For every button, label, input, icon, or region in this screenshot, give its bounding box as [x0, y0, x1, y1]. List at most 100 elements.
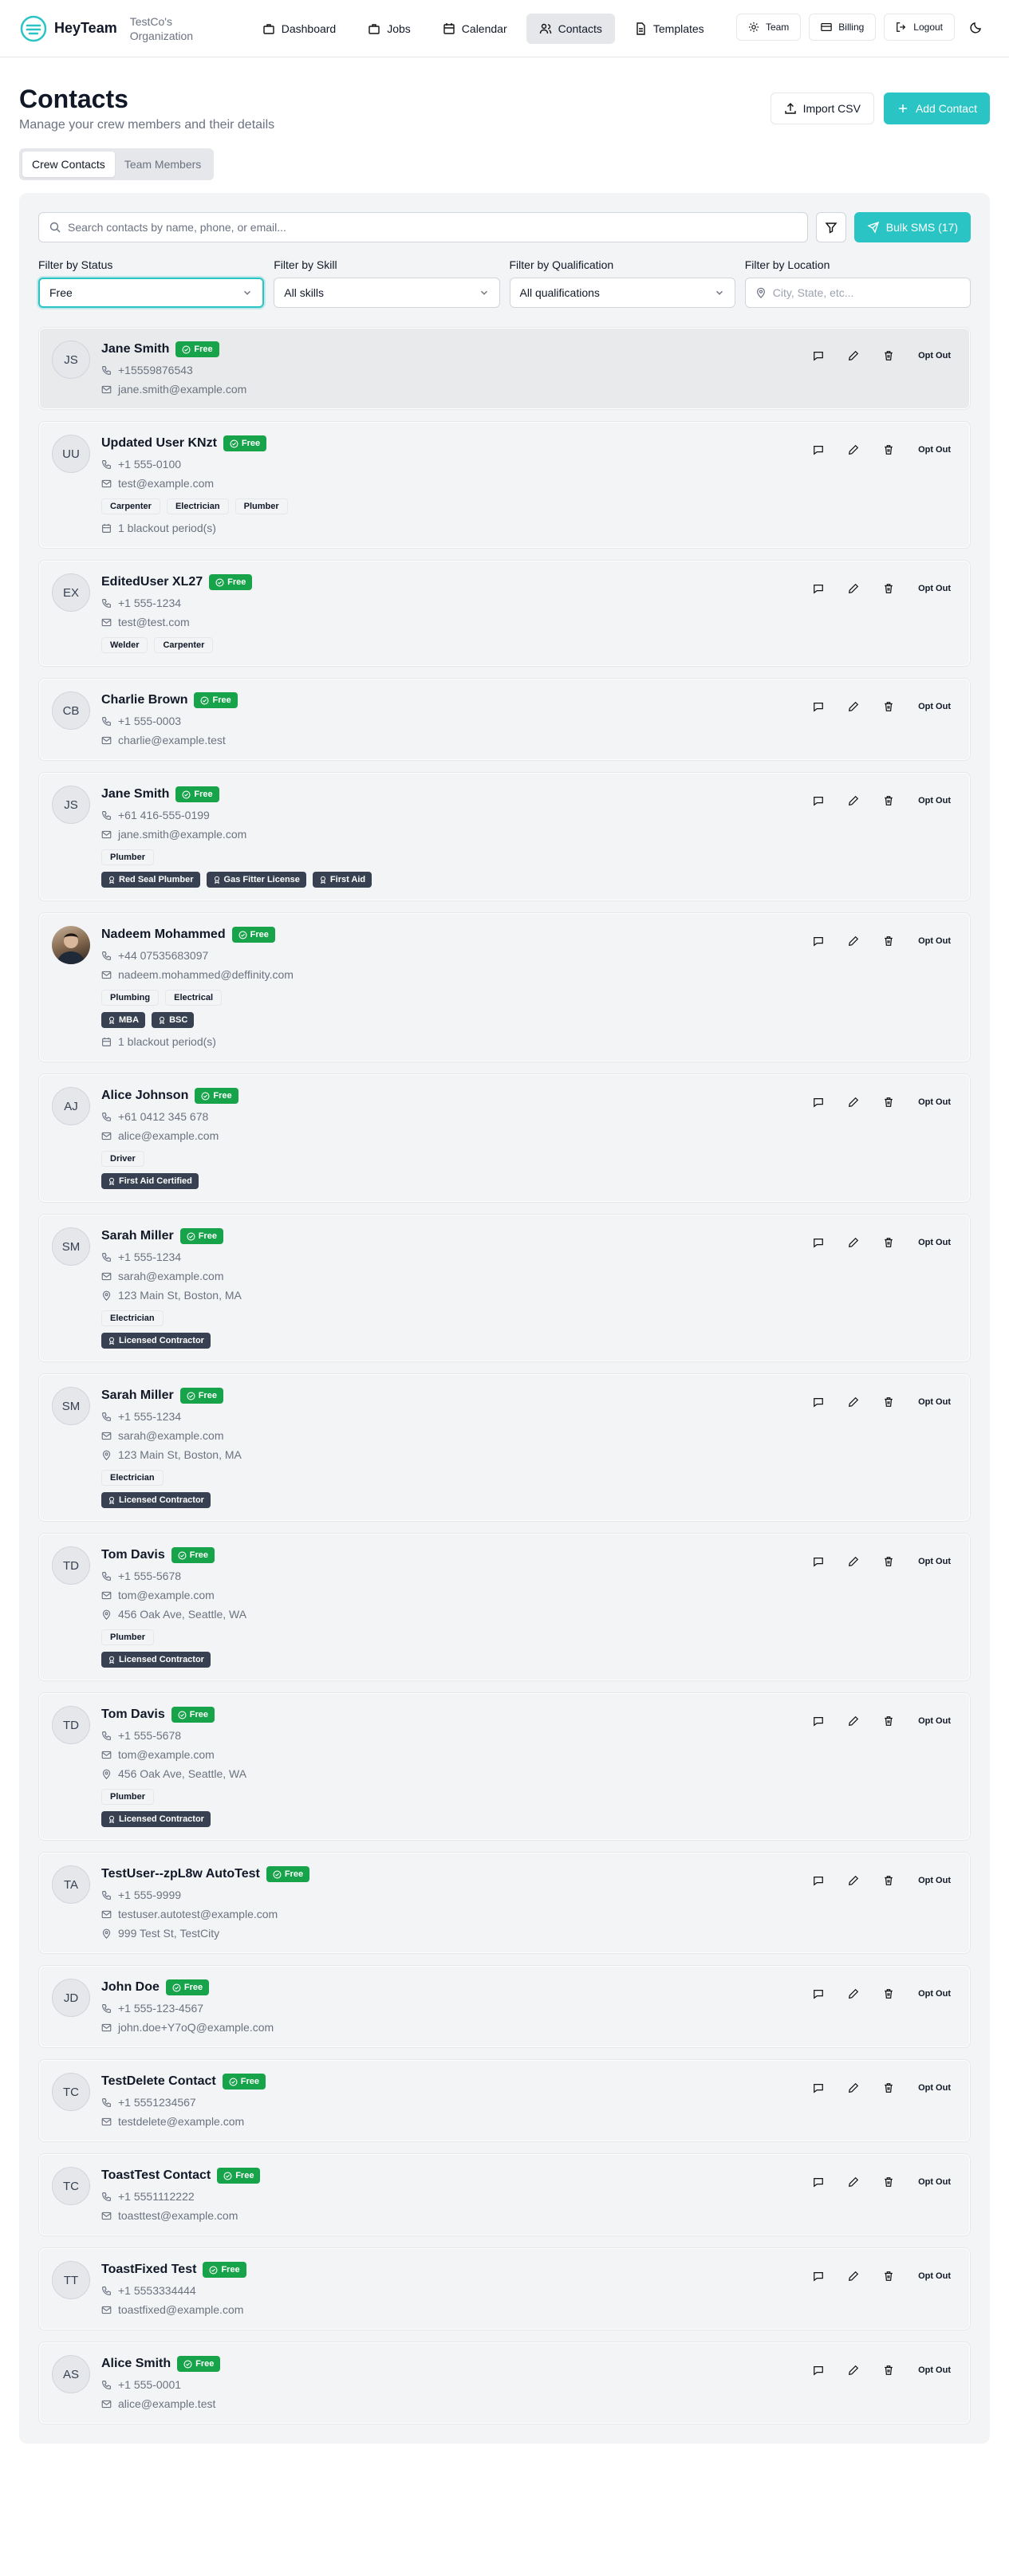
location-input[interactable]: City, State, etc... — [744, 278, 971, 308]
contact-card[interactable]: EX EditedUser XL27 Free +1 555-1234 test@tes… — [38, 560, 971, 667]
qualification-select[interactable]: All qualifications — [509, 278, 735, 308]
message-button[interactable] — [806, 577, 830, 601]
delete-button[interactable] — [877, 1869, 901, 1893]
brand[interactable]: HeyTeam — [19, 14, 117, 43]
edit-button[interactable] — [841, 1390, 865, 1414]
opt-out-button[interactable]: Opt Out — [912, 790, 957, 812]
contact-card[interactable]: TC ToastTest Contact Free +1 5551112222 toas… — [38, 2153, 971, 2236]
message-button[interactable] — [806, 789, 830, 813]
contact-card[interactable]: JD John Doe Free +1 555-123-4567 john.doe+Y7… — [38, 1965, 971, 2048]
edit-button[interactable] — [841, 695, 865, 719]
contact-card[interactable]: SM Sarah Miller Free +1 555-1234 sarah@examp… — [38, 1373, 971, 1522]
edit-button[interactable] — [841, 1090, 865, 1114]
contact-card[interactable]: CB Charlie Brown Free +1 555-0003 charlie@ex… — [38, 678, 971, 761]
delete-button[interactable] — [877, 1982, 901, 2006]
skill-select[interactable]: All skills — [274, 278, 500, 308]
edit-button[interactable] — [841, 438, 865, 462]
opt-out-button[interactable]: Opt Out — [912, 1091, 957, 1113]
delete-button[interactable] — [877, 577, 901, 601]
contact-card[interactable]: TD Tom Davis Free +1 555-5678 tom@example.co… — [38, 1533, 971, 1681]
message-button[interactable] — [806, 2358, 830, 2382]
tab-crew-contacts[interactable]: Crew Contacts — [22, 152, 115, 177]
delete-button[interactable] — [877, 1231, 901, 1255]
edit-button[interactable] — [841, 2076, 865, 2100]
opt-out-button[interactable]: Opt Out — [912, 577, 957, 600]
theme-toggle[interactable] — [963, 14, 990, 41]
delete-button[interactable] — [877, 2076, 901, 2100]
delete-button[interactable] — [877, 2264, 901, 2288]
message-button[interactable] — [806, 2264, 830, 2288]
opt-out-button[interactable]: Opt Out — [912, 1550, 957, 1573]
contact-card[interactable]: UU Updated User KNzt Free +1 555-0100 test@e… — [38, 421, 971, 549]
message-button[interactable] — [806, 929, 830, 953]
delete-button[interactable] — [877, 2358, 901, 2382]
opt-out-button[interactable]: Opt Out — [912, 439, 957, 461]
edit-button[interactable] — [841, 1982, 865, 2006]
nav-calendar[interactable]: Calendar — [430, 14, 520, 44]
delete-button[interactable] — [877, 929, 901, 953]
delete-button[interactable] — [877, 1090, 901, 1114]
add-contact-button[interactable]: Add Contact — [883, 93, 990, 124]
edit-button[interactable] — [841, 1550, 865, 1574]
tab-team-members[interactable]: Team Members — [115, 152, 211, 177]
edit-button[interactable] — [841, 789, 865, 813]
message-button[interactable] — [806, 1090, 830, 1114]
contact-card[interactable]: TC TestDelete Contact Free +1 5551234567 tes… — [38, 2059, 971, 2142]
message-button[interactable] — [806, 1390, 830, 1414]
contact-card[interactable]: TT ToastFixed Test Free +1 5553334444 toastf… — [38, 2247, 971, 2330]
message-button[interactable] — [806, 1982, 830, 2006]
opt-out-button[interactable]: Opt Out — [912, 1391, 957, 1413]
message-button[interactable] — [806, 438, 830, 462]
opt-out-button[interactable]: Opt Out — [912, 1710, 957, 1732]
opt-out-button[interactable]: Opt Out — [912, 695, 957, 718]
opt-out-button[interactable]: Opt Out — [912, 2171, 957, 2193]
message-button[interactable] — [806, 695, 830, 719]
contact-card[interactable]: JS Jane Smith Free +15559876543 jane.smith@e… — [38, 327, 971, 410]
import-csv-button[interactable]: Import CSV — [770, 93, 874, 124]
message-button[interactable] — [806, 2170, 830, 2194]
contact-card[interactable]: AJ Alice Johnson Free +61 0412 345 678 alice… — [38, 1073, 971, 1203]
opt-out-button[interactable]: Opt Out — [912, 1983, 957, 2005]
nav-templates[interactable]: Templates — [621, 14, 717, 44]
opt-out-button[interactable]: Opt Out — [912, 345, 957, 367]
message-button[interactable] — [806, 1869, 830, 1893]
contact-card[interactable]: TA TestUser--zpL8w AutoTest Free +1 555-999… — [38, 1852, 971, 1954]
opt-out-button[interactable]: Opt Out — [912, 2359, 957, 2381]
opt-out-button[interactable]: Opt Out — [912, 1869, 957, 1892]
contact-card[interactable]: TD Tom Davis Free +1 555-5678 tom@example.co… — [38, 1692, 971, 1841]
edit-button[interactable] — [841, 344, 865, 368]
contact-card[interactable]: AS Alice Smith Free +1 555-0001 alice@exampl… — [38, 2342, 971, 2424]
edit-button[interactable] — [841, 929, 865, 953]
contact-card[interactable]: JS Jane Smith Free +61 416-555-0199 jane.smi… — [38, 772, 971, 901]
filter-button[interactable] — [815, 212, 846, 242]
delete-button[interactable] — [877, 344, 901, 368]
billing-button[interactable]: Billing — [809, 14, 877, 41]
message-button[interactable] — [806, 1231, 830, 1255]
opt-out-button[interactable]: Opt Out — [912, 930, 957, 952]
logout-button[interactable]: Logout — [884, 14, 955, 41]
nav-jobs[interactable]: Jobs — [355, 14, 424, 44]
opt-out-button[interactable]: Opt Out — [912, 2265, 957, 2287]
delete-button[interactable] — [877, 789, 901, 813]
edit-button[interactable] — [841, 2358, 865, 2382]
status-select[interactable]: Free — [38, 278, 265, 308]
edit-button[interactable] — [841, 1709, 865, 1733]
contact-card[interactable]: Nadeem Mohammed Free +44 07535683097 nadeem… — [38, 912, 971, 1062]
team-button[interactable]: Team — [735, 14, 802, 41]
nav-dashboard[interactable]: Dashboard — [250, 14, 349, 44]
nav-contacts[interactable]: Contacts — [526, 13, 615, 44]
delete-button[interactable] — [877, 1550, 901, 1574]
delete-button[interactable] — [877, 1390, 901, 1414]
contact-card[interactable]: SM Sarah Miller Free +1 555-1234 sarah@examp… — [38, 1214, 971, 1362]
message-button[interactable] — [806, 1550, 830, 1574]
edit-button[interactable] — [841, 2170, 865, 2194]
message-button[interactable] — [806, 2076, 830, 2100]
edit-button[interactable] — [841, 1869, 865, 1893]
delete-button[interactable] — [877, 695, 901, 719]
opt-out-button[interactable]: Opt Out — [912, 2077, 957, 2099]
delete-button[interactable] — [877, 1709, 901, 1733]
message-button[interactable] — [806, 344, 830, 368]
delete-button[interactable] — [877, 2170, 901, 2194]
search-input[interactable]: Search contacts by name, phone, or email… — [38, 212, 808, 242]
delete-button[interactable] — [877, 438, 901, 462]
